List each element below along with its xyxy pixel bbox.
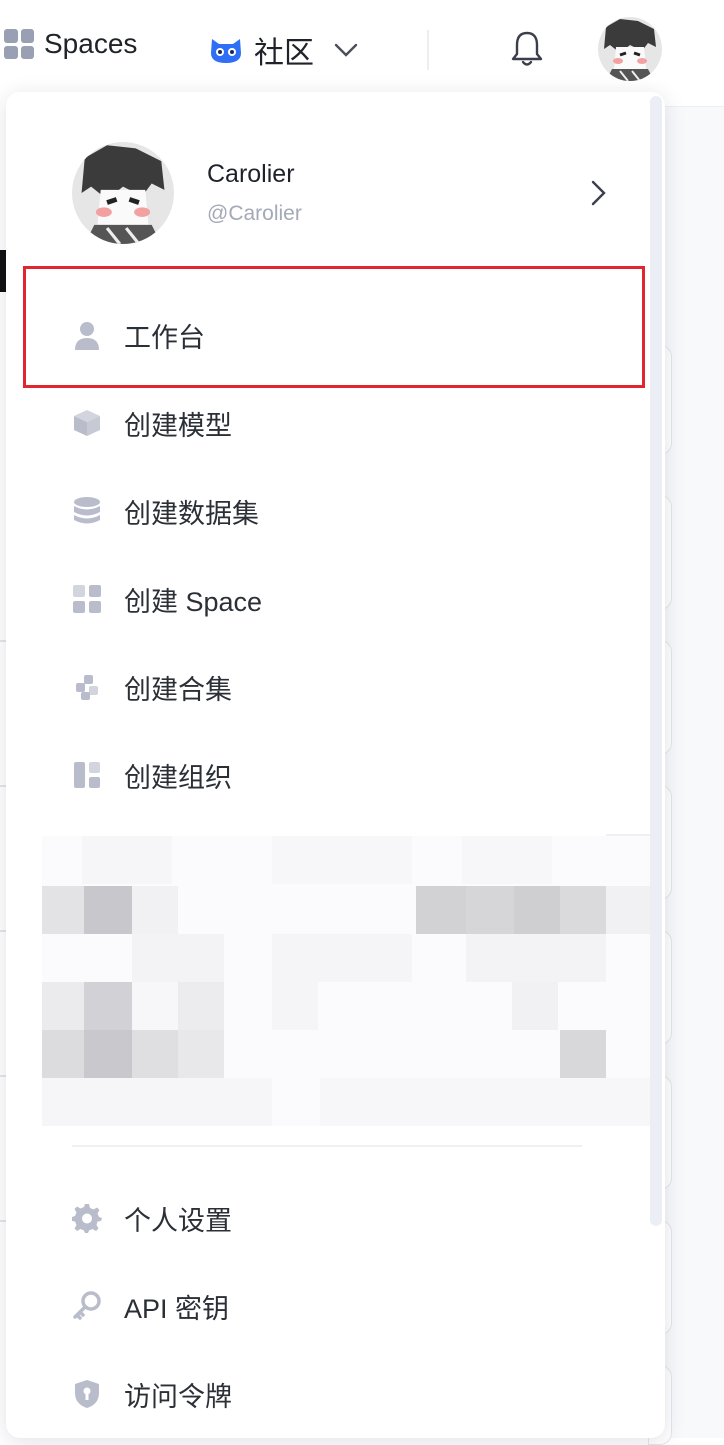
community-logo-icon	[211, 39, 241, 63]
profile-avatar	[72, 142, 174, 244]
menu-item-label: 创建组织	[124, 762, 232, 793]
menu-item-create-model[interactable]: 创建模型	[72, 401, 232, 445]
database-icon	[72, 496, 102, 526]
collection-icon	[72, 672, 102, 702]
profile-name: Carolier	[207, 160, 295, 188]
profile-handle: @Carolier	[207, 202, 302, 225]
menu-item-create-space[interactable]: 创建 Space	[72, 577, 262, 621]
menu-item-create-organization[interactable]: 创建组织	[72, 753, 232, 797]
redacted-content	[42, 836, 650, 1126]
menu-scrollbar[interactable]	[650, 96, 662, 1226]
grid-icon	[72, 584, 102, 614]
gear-icon	[72, 1203, 102, 1233]
chevron-down-icon	[334, 43, 358, 57]
key-icon	[72, 1291, 102, 1321]
menu-item-label: API 密钥	[124, 1293, 230, 1324]
menu-item-workspace[interactable]: 工作台	[72, 313, 205, 357]
user-icon	[72, 320, 102, 350]
menu-item-label: 创建合集	[124, 674, 232, 705]
menu-separator	[72, 1145, 582, 1147]
menu-item-create-collection[interactable]: 创建合集	[72, 665, 232, 709]
menu-item-api-key[interactable]: API 密钥	[72, 1284, 229, 1328]
organization-icon	[72, 760, 102, 790]
profile-header[interactable]: Carolier @Carolier	[72, 142, 632, 244]
menu-item-label: 创建模型	[124, 410, 232, 441]
menu-item-label: 创建数据集	[124, 498, 259, 529]
menu-item-personal-settings[interactable]: 个人设置	[72, 1196, 232, 1240]
menu-item-label: 创建 Space	[124, 586, 263, 617]
menu-item-access-tokens[interactable]: 访问令牌	[72, 1372, 232, 1416]
cube-icon	[72, 408, 102, 438]
spaces-grid-icon	[4, 29, 34, 59]
menu-item-create-dataset[interactable]: 创建数据集	[72, 489, 259, 533]
page-background-right	[665, 106, 724, 1438]
menu-item-label: 访问令牌	[124, 1381, 232, 1412]
nav-divider	[427, 30, 429, 70]
nav-spaces-link[interactable]: Spaces	[4, 28, 137, 60]
shield-icon	[72, 1379, 102, 1409]
community-dropdown[interactable]: 社区	[208, 28, 360, 72]
chevron-right-icon	[591, 180, 606, 206]
avatar[interactable]	[598, 17, 662, 81]
menu-item-label: 个人设置	[124, 1205, 232, 1236]
top-navigation-bar: Spaces 社区	[0, 0, 724, 100]
community-label: 社区	[254, 37, 314, 70]
bell-icon[interactable]	[508, 28, 546, 68]
nav-spaces-label: Spaces	[44, 28, 138, 59]
menu-item-label: 工作台	[124, 322, 205, 353]
